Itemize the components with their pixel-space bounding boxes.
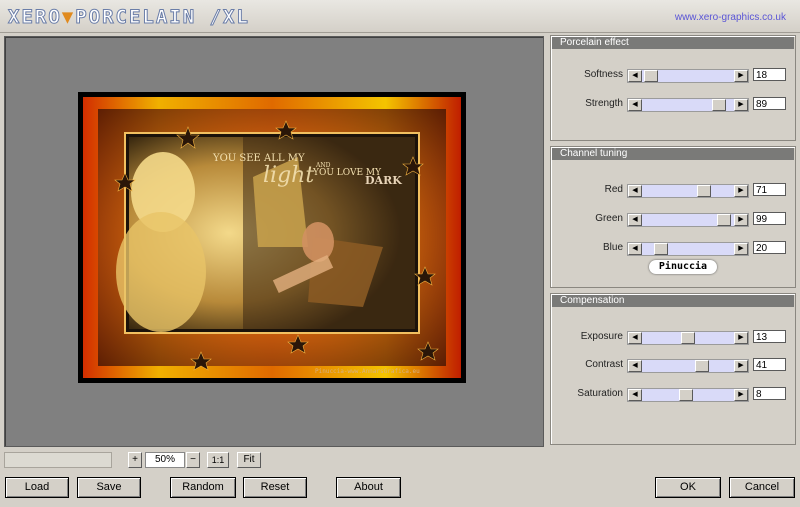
blue-row: Blue ◀ ▶ 20 [551, 240, 795, 256]
load-button[interactable]: Load [5, 477, 69, 498]
slider-thumb[interactable] [679, 389, 693, 401]
slider-thumb[interactable] [695, 360, 709, 372]
slider-thumb[interactable] [681, 332, 695, 344]
title-bar: XERO▼PORCELAIN /XL www.xero-graphics.co.… [0, 0, 800, 33]
saturation-row: Saturation ◀ ▶ 8 [551, 386, 795, 402]
random-button[interactable]: Random [170, 477, 236, 498]
slider-thumb[interactable] [644, 70, 658, 82]
slider-thumb[interactable] [712, 99, 726, 111]
compensation-panel-title: Compensation [552, 295, 794, 307]
contrast-slider[interactable]: ◀ ▶ [627, 359, 749, 373]
softness-value-field[interactable]: 18 [753, 68, 786, 81]
zoom-level-field[interactable]: 50% [145, 452, 185, 468]
strength-value-field[interactable]: 89 [753, 97, 786, 110]
right-arrow-icon[interactable]: ▶ [734, 214, 748, 226]
preview-image[interactable]: YOU SEE ALL MY light AND YOU LOVE MY DAR… [83, 97, 461, 378]
left-arrow-icon[interactable]: ◀ [628, 99, 642, 111]
right-arrow-icon[interactable]: ▶ [734, 360, 748, 372]
red-label: Red [604, 184, 623, 195]
cancel-button[interactable]: Cancel [729, 477, 795, 498]
channel-panel-title: Channel tuning [552, 148, 794, 160]
watermark-badge: Pinuccia [649, 260, 717, 274]
softness-label: Softness [584, 69, 623, 80]
porcelain-panel-title: Porcelain effect [552, 37, 794, 49]
red-row: Red ◀ ▶ 71 [551, 182, 795, 198]
slider-thumb[interactable] [697, 185, 711, 197]
left-arrow-icon[interactable]: ◀ [628, 360, 642, 372]
actual-size-button[interactable]: 1:1 [207, 452, 229, 468]
reset-button[interactable]: Reset [243, 477, 307, 498]
contrast-value-field[interactable]: 41 [753, 358, 786, 371]
exposure-value-field[interactable]: 13 [753, 330, 786, 343]
left-arrow-icon[interactable]: ◀ [628, 243, 642, 255]
ok-button[interactable]: OK [655, 477, 721, 498]
softness-row: Softness ◀ ▶ 18 [551, 67, 795, 83]
green-slider[interactable]: ◀ ▶ [627, 213, 749, 227]
green-label: Green [595, 213, 623, 224]
right-arrow-icon[interactable]: ▶ [734, 99, 748, 111]
exposure-slider[interactable]: ◀ ▶ [627, 331, 749, 345]
softness-slider[interactable]: ◀ ▶ [627, 69, 749, 83]
blue-label: Blue [602, 242, 623, 253]
status-field [4, 452, 112, 468]
red-value-field[interactable]: 71 [753, 183, 786, 196]
green-value-field[interactable]: 99 [753, 212, 786, 225]
slider-thumb[interactable] [717, 214, 731, 226]
blue-slider[interactable]: ◀ ▶ [627, 242, 749, 256]
zoom-in-button[interactable]: + [128, 452, 142, 468]
about-button[interactable]: About [336, 477, 401, 498]
left-arrow-icon[interactable]: ◀ [628, 185, 642, 197]
strength-slider[interactable]: ◀ ▶ [627, 98, 749, 112]
right-arrow-icon[interactable]: ▶ [734, 185, 748, 197]
left-arrow-icon[interactable]: ◀ [628, 214, 642, 226]
saturation-label: Saturation [577, 388, 623, 399]
fit-button[interactable]: Fit [237, 452, 261, 468]
strength-label: Strength [585, 98, 623, 109]
exposure-row: Exposure ◀ ▶ 13 [551, 329, 795, 345]
compensation-panel: Compensation Exposure ◀ ▶ 13 Contrast ◀ … [550, 293, 796, 445]
website-link[interactable]: www.xero-graphics.co.uk [675, 12, 786, 23]
red-slider[interactable]: ◀ ▶ [627, 184, 749, 198]
exposure-label: Exposure [580, 331, 623, 342]
artwork-script-word: light [263, 163, 314, 188]
left-arrow-icon[interactable]: ◀ [628, 332, 642, 344]
saturation-slider[interactable]: ◀ ▶ [627, 388, 749, 402]
right-arrow-icon[interactable]: ▶ [734, 389, 748, 401]
artwork-credit: Pinuccia-www.AnnarsGrafica.eu [315, 368, 420, 375]
left-arrow-icon[interactable]: ◀ [628, 389, 642, 401]
contrast-row: Contrast ◀ ▶ 41 [551, 357, 795, 373]
green-row: Green ◀ ▶ 99 [551, 211, 795, 227]
plugin-logo: XERO▼PORCELAIN /XL [8, 6, 250, 29]
blue-value-field[interactable]: 20 [753, 241, 786, 254]
channel-tuning-panel: Channel tuning Red ◀ ▶ 71 Green ◀ ▶ 99 B… [550, 146, 796, 288]
right-arrow-icon[interactable]: ▶ [734, 70, 748, 82]
left-arrow-icon[interactable]: ◀ [628, 70, 642, 82]
strength-row: Strength ◀ ▶ 89 [551, 96, 795, 112]
right-arrow-icon[interactable]: ▶ [734, 332, 748, 344]
zoom-out-button[interactable]: − [186, 452, 200, 468]
save-button[interactable]: Save [77, 477, 141, 498]
contrast-label: Contrast [585, 359, 623, 370]
artwork-dark-word: DARK [365, 174, 402, 187]
slider-thumb[interactable] [654, 243, 668, 255]
saturation-value-field[interactable]: 8 [753, 387, 786, 400]
porcelain-effect-panel: Porcelain effect Softness ◀ ▶ 18 Strengt… [550, 35, 796, 141]
right-arrow-icon[interactable]: ▶ [734, 243, 748, 255]
